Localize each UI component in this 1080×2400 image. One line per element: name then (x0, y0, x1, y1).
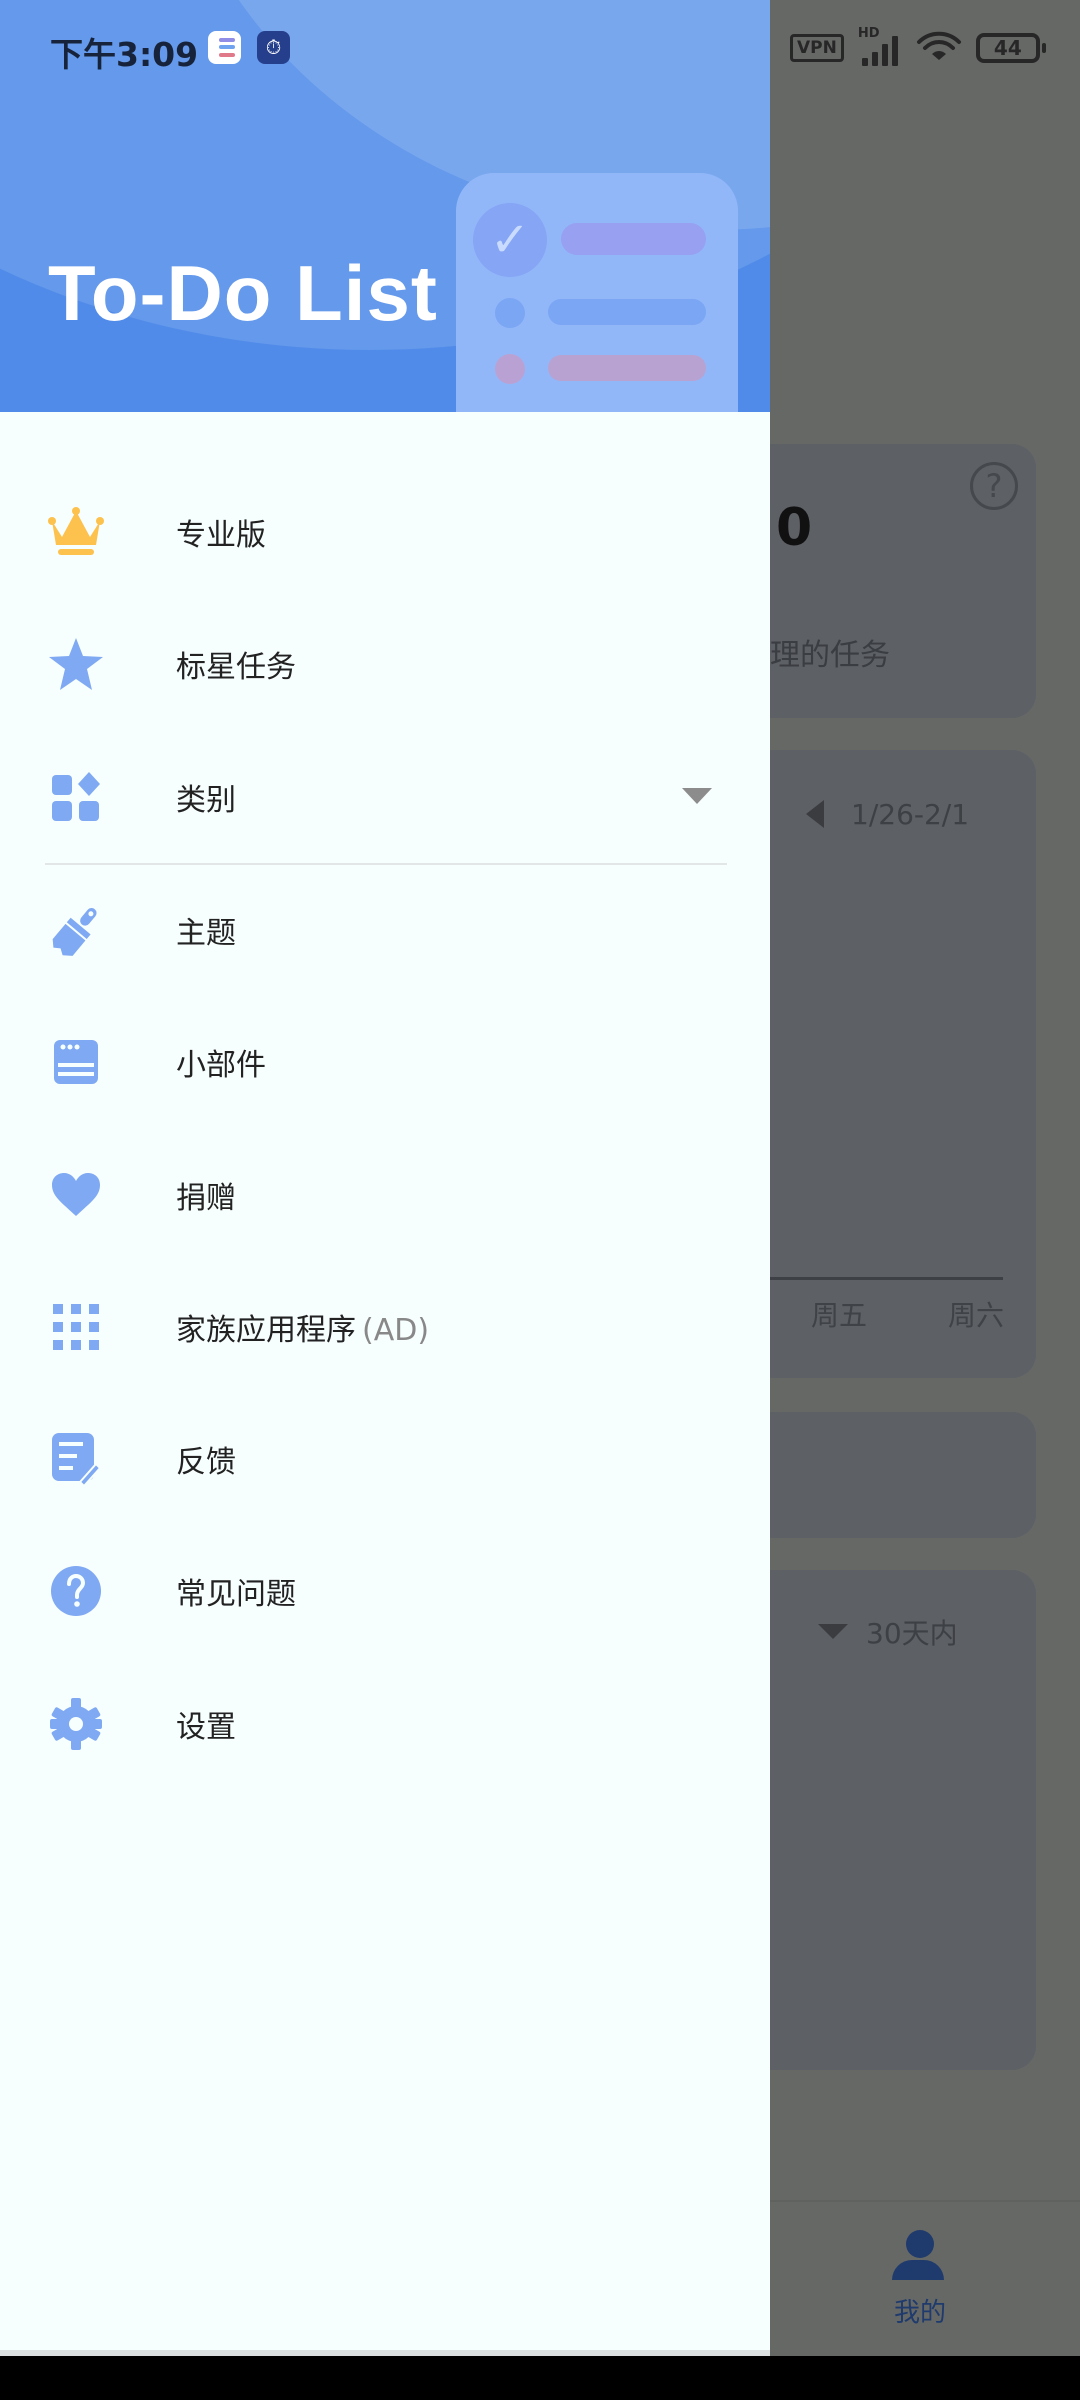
navigation-drawer: ✓ To-Do List 专业版 标星任务 类别 主题 小部件 捐赠 家族应用程… (0, 0, 770, 2356)
signal-icon: HD (858, 26, 902, 66)
illustration-dot (495, 354, 525, 384)
nav-tab-label: 我的 (893, 2298, 946, 2328)
heart-icon (46, 1165, 106, 1225)
crown-icon (46, 502, 106, 562)
star-icon (46, 634, 106, 694)
menu-item-label: 类别 (176, 783, 236, 818)
menu-item-label: 主题 (176, 916, 236, 951)
menu-item-label: 专业版 (176, 518, 266, 553)
vpn-icon: VPN (790, 34, 844, 62)
feedback-icon (46, 1429, 106, 1489)
menu-item-label: 捐赠 (176, 1181, 236, 1216)
status-time: 下午3:09 (50, 35, 199, 74)
illustration-line (548, 299, 706, 325)
wifi-icon (916, 31, 961, 60)
menu-item-feedback[interactable]: 反馈 (0, 1404, 770, 1514)
menu-item-label: 常见问题 (176, 1577, 296, 1612)
illustration-dot (495, 298, 525, 328)
menu-item-label: 家族应用程序 (AD) (176, 1305, 429, 1349)
battery-icon: 44 (975, 33, 1046, 63)
menu-item-label-text: 家族应用程序 (176, 1313, 356, 1348)
menu-item-family-apps[interactable]: 家族应用程序 (AD) (0, 1272, 770, 1382)
paintbrush-icon (46, 900, 106, 960)
menu-item-label: 小部件 (176, 1048, 266, 1083)
person-icon (892, 2230, 948, 2280)
ad-suffix: (AD) (362, 1313, 430, 1348)
menu-item-starred-tasks[interactable]: 标星任务 (0, 609, 770, 719)
day-label: 周六 (948, 1299, 1005, 1332)
illustration-line (561, 223, 706, 255)
check-icon: ✓ (473, 203, 547, 277)
system-navigation-bar (0, 2356, 1080, 2400)
timer-app-icon: ⏱ (257, 31, 290, 64)
nav-tab-mine[interactable]: 我的 (880, 2230, 960, 2329)
menu-item-settings[interactable]: 设置 (0, 1669, 770, 1779)
help-icon[interactable]: ? (970, 462, 1018, 510)
widget-icon (46, 1032, 106, 1092)
menu-item-label: 反馈 (176, 1445, 236, 1480)
status-icons: VPN HD 44 (790, 26, 1046, 66)
todo-illustration: ✓ (456, 173, 738, 412)
previous-week-icon[interactable] (806, 800, 824, 828)
menu-item-category[interactable]: 类别 (0, 742, 770, 852)
week-range-label: 1/26-2/1 (851, 798, 970, 831)
todo-list-app-icon (208, 31, 241, 64)
menu-item-faq[interactable]: 常见问题 (0, 1536, 770, 1646)
apps-grid-icon (46, 1297, 106, 1357)
menu-divider (45, 863, 727, 865)
chart-axis (770, 1277, 1003, 1280)
menu-item-label: 标星任务 (176, 650, 296, 685)
help-icon (46, 1561, 106, 1621)
menu-item-theme[interactable]: 主题 (0, 875, 770, 985)
illustration-line (548, 355, 706, 381)
app-logo-title: To-Do List (48, 249, 438, 337)
menu-item-widget[interactable]: 小部件 (0, 1007, 770, 1117)
stat-label: 理的任务 (770, 638, 890, 673)
range-selector[interactable]: 30天内 (866, 1612, 958, 1652)
menu-item-label: 设置 (176, 1710, 236, 1745)
menu-item-pro[interactable]: 专业版 (0, 477, 770, 587)
category-icon (46, 767, 106, 827)
dropdown-icon[interactable] (818, 1624, 848, 1639)
menu-item-donate[interactable]: 捐赠 (0, 1140, 770, 1250)
stat-value: 0 (776, 498, 813, 558)
gear-icon (46, 1694, 106, 1754)
day-label: 周五 (811, 1299, 868, 1332)
signal-hd-label: HD (857, 26, 880, 41)
chevron-down-icon[interactable] (682, 788, 712, 804)
